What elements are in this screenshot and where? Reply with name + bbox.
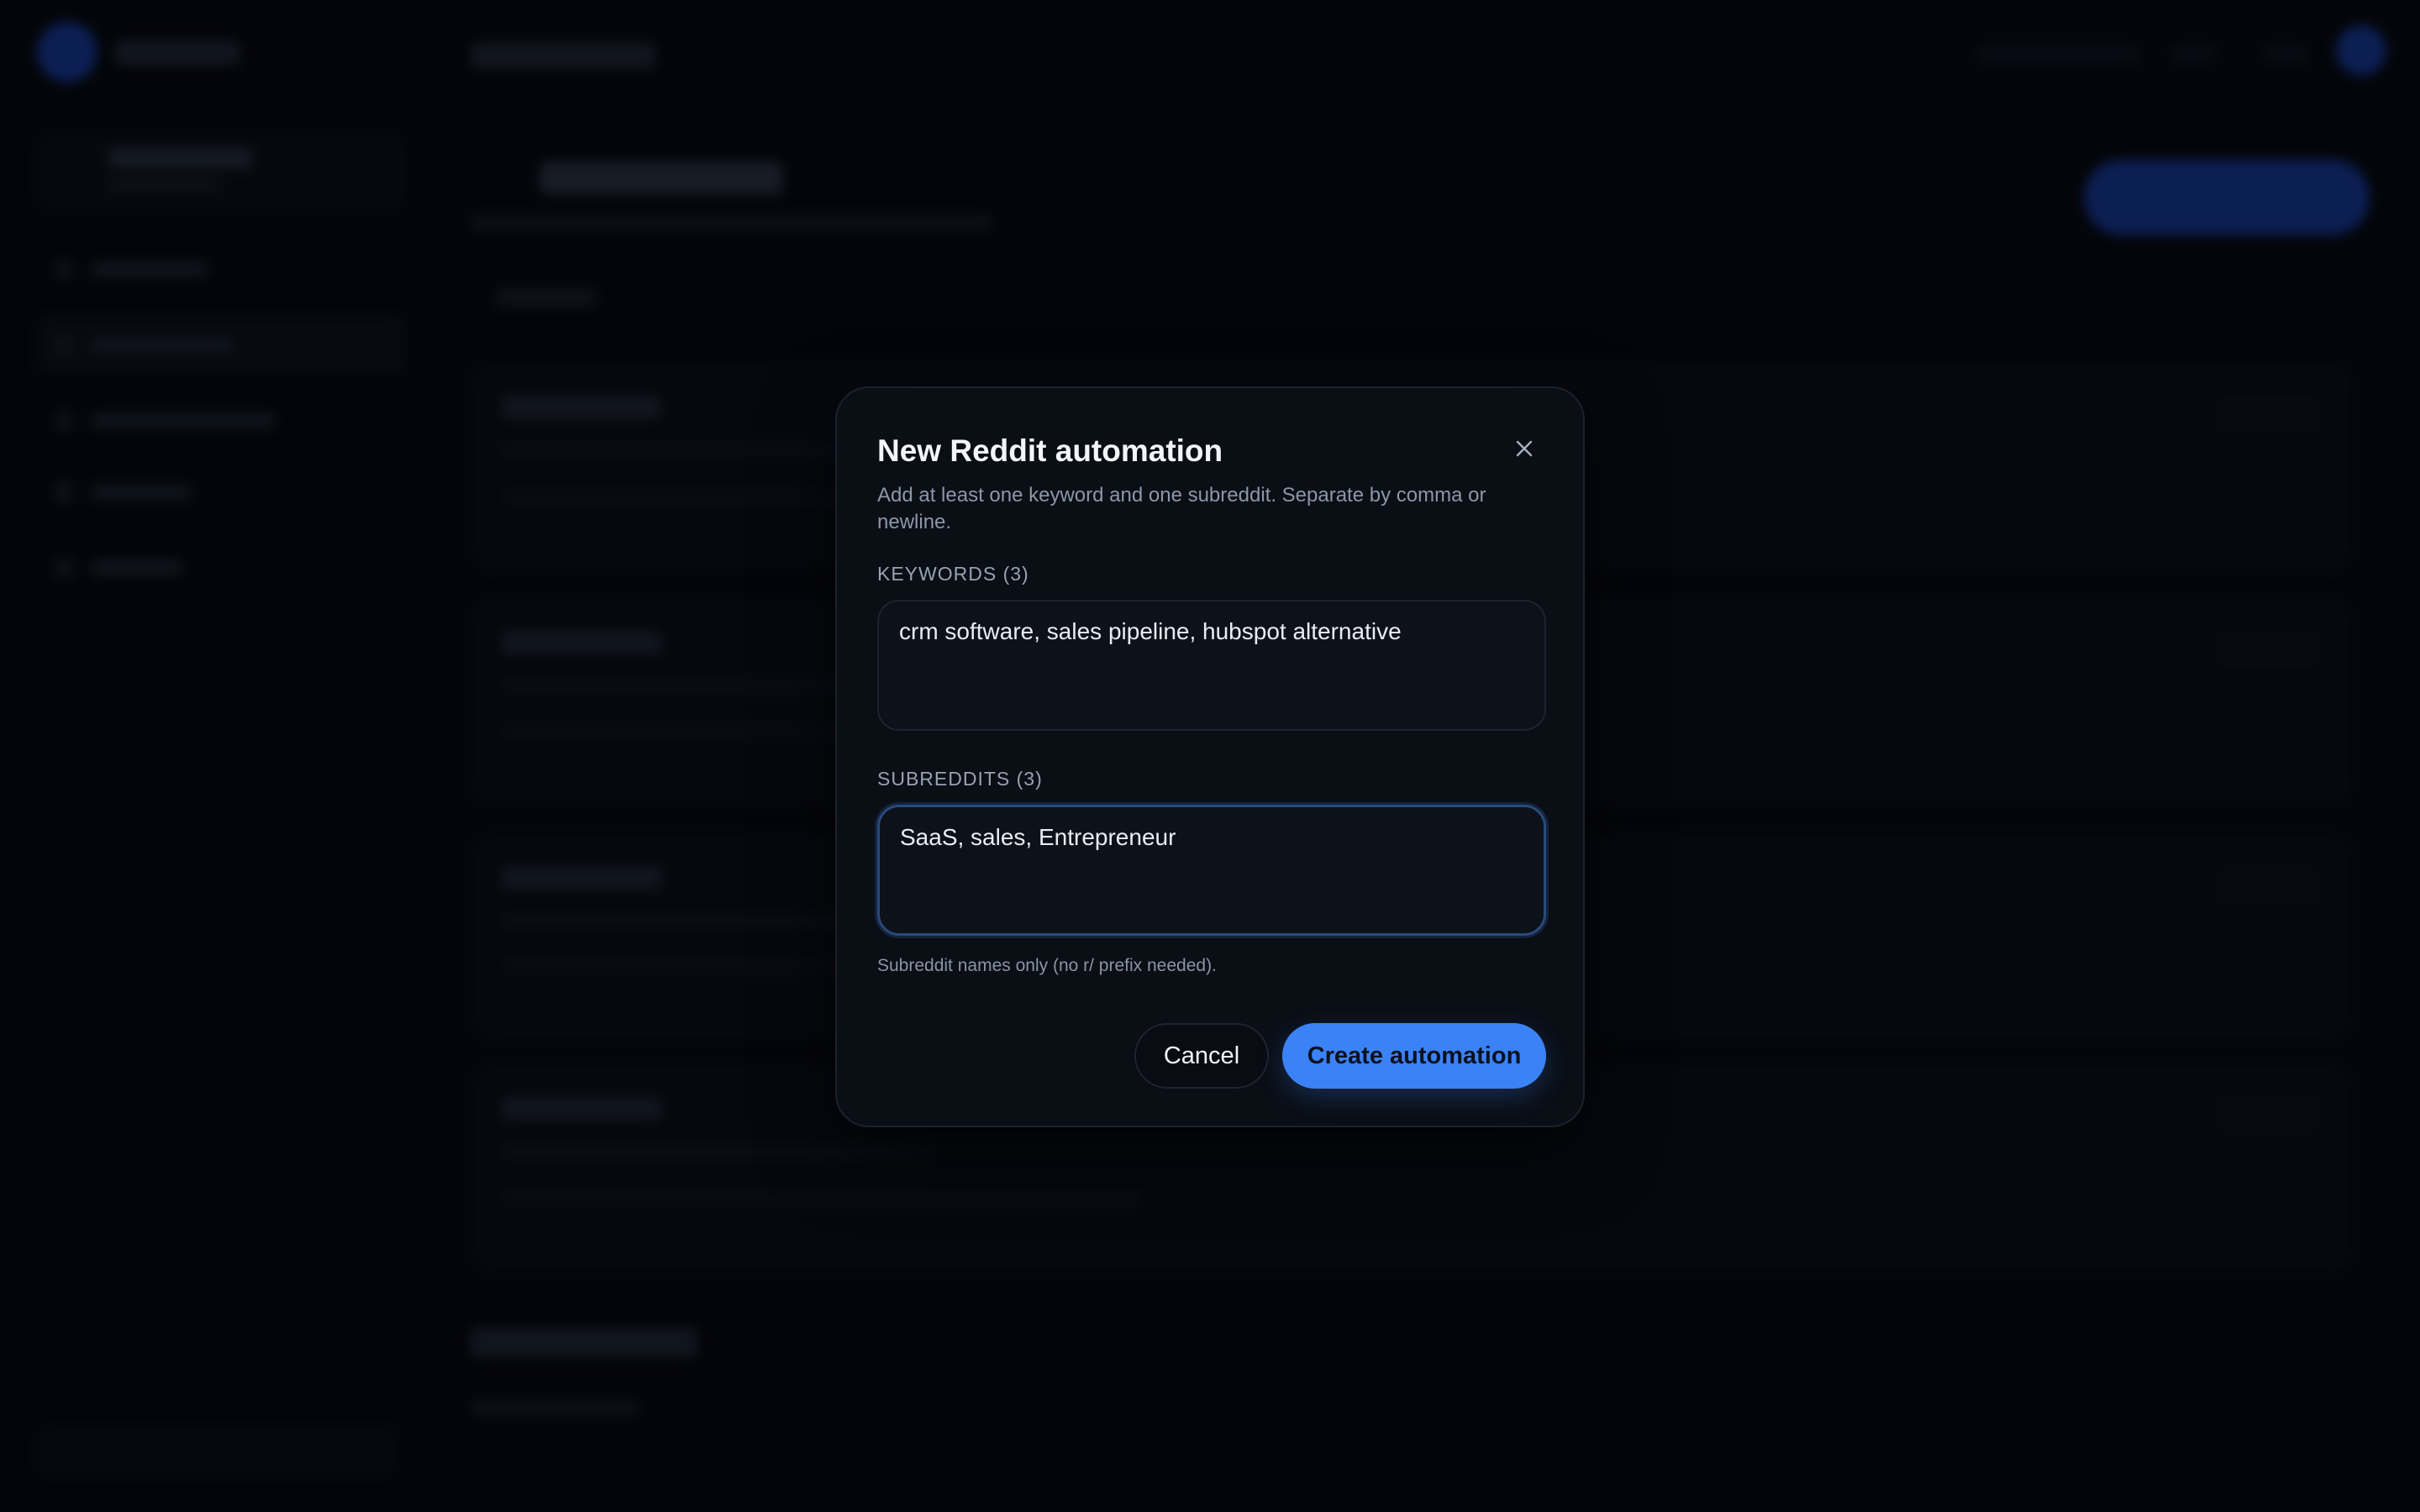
subreddits-hint: Subreddit names only (no r/ prefix neede… <box>877 956 1217 975</box>
create-automation-button[interactable]: Create automation <box>1282 1023 1546 1089</box>
keywords-input[interactable]: crm software, sales pipeline, hubspot al… <box>877 600 1546 731</box>
close-button[interactable] <box>1507 433 1541 467</box>
subreddits-input[interactable]: SaaS, sales, Entrepreneur <box>877 805 1546 936</box>
dialog-description: Add at least one keyword and one subredd… <box>877 484 1486 533</box>
subreddits-label: SUBREDDITS (3) <box>877 768 1043 790</box>
keywords-label: KEYWORDS (3) <box>877 563 1029 585</box>
dialog-title: New Reddit automation <box>877 433 1223 468</box>
new-automation-dialog: New Reddit automation Add at least one k… <box>835 386 1585 1127</box>
close-icon <box>1514 438 1534 463</box>
cancel-button[interactable]: Cancel <box>1134 1023 1269 1089</box>
